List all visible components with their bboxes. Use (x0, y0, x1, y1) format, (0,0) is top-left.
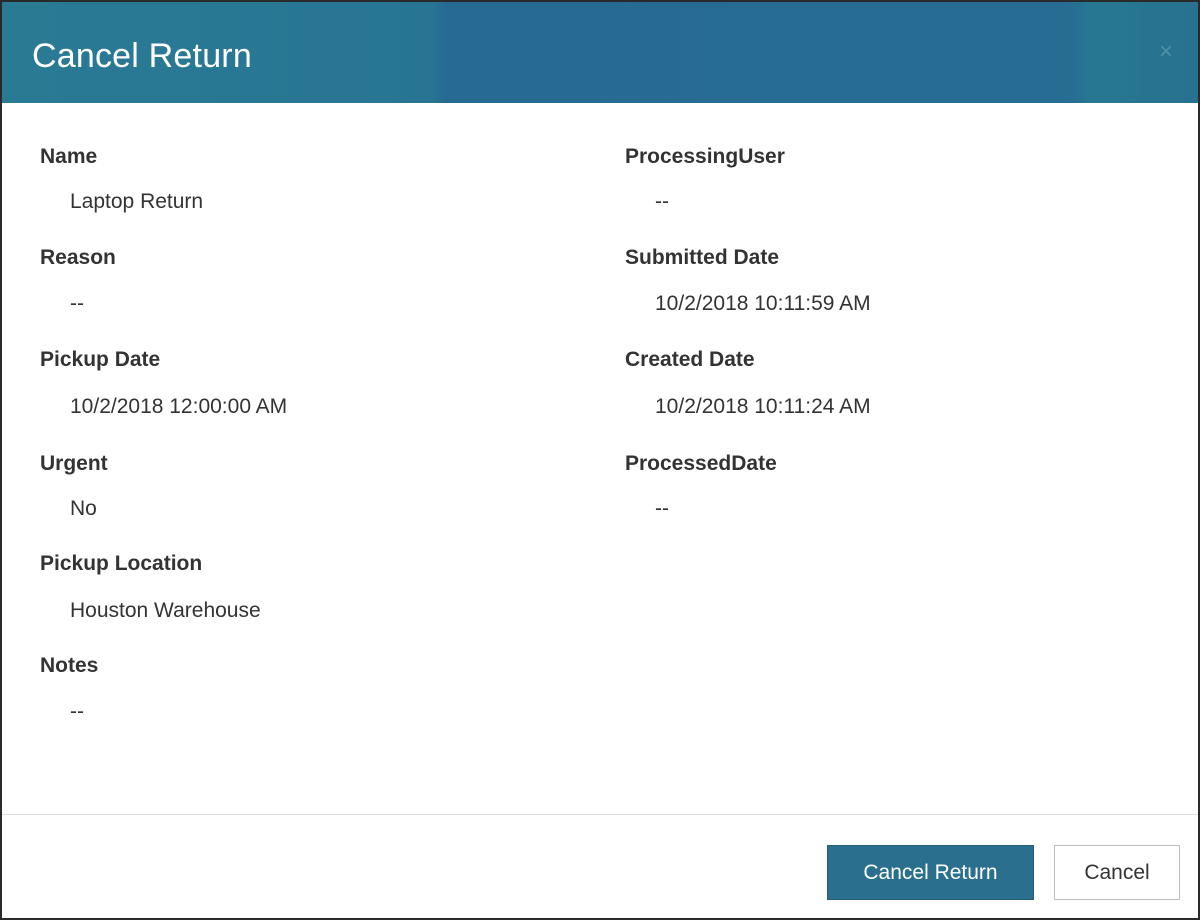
field-label-pickup-date: Pickup Date (40, 348, 161, 371)
field-value-processed-date: -- (655, 497, 669, 520)
field-value-processing-user: -- (655, 190, 669, 213)
dialog-header: Cancel Return × (2, 2, 1198, 103)
field-value-pickup-date: 10/2/2018 12:00:00 AM (70, 395, 288, 418)
field-value-name: Laptop Return (70, 190, 204, 213)
field-label-created-date: Created Date (625, 348, 755, 371)
field-label-processed-date: ProcessedDate (625, 452, 777, 475)
field-label-processing-user: ProcessingUser (625, 145, 785, 168)
field-label-reason: Reason (40, 246, 116, 269)
field-label-pickup-location: Pickup Location (40, 552, 203, 575)
close-icon[interactable]: × (1154, 40, 1178, 64)
field-value-submitted-date: 10/2/2018 10:11:59 AM (655, 292, 871, 315)
dialog-title: Cancel Return (32, 37, 252, 75)
cancel-return-button[interactable]: Cancel Return (827, 845, 1034, 900)
cancel-button[interactable]: Cancel (1054, 845, 1180, 900)
field-label-notes: Notes (40, 654, 99, 677)
field-label-urgent: Urgent (40, 452, 108, 475)
field-label-name: Name (40, 145, 98, 168)
field-value-created-date: 10/2/2018 10:11:24 AM (655, 395, 871, 418)
footer-divider (2, 814, 1198, 815)
field-label-submitted-date: Submitted Date (625, 246, 780, 269)
field-value-reason: -- (70, 292, 84, 315)
field-value-pickup-location: Houston Warehouse (70, 599, 261, 622)
field-value-notes: -- (70, 700, 84, 723)
field-value-urgent: No (70, 497, 97, 520)
cancel-return-dialog: Cancel Return × Name Laptop Return Reaso… (0, 0, 1200, 920)
